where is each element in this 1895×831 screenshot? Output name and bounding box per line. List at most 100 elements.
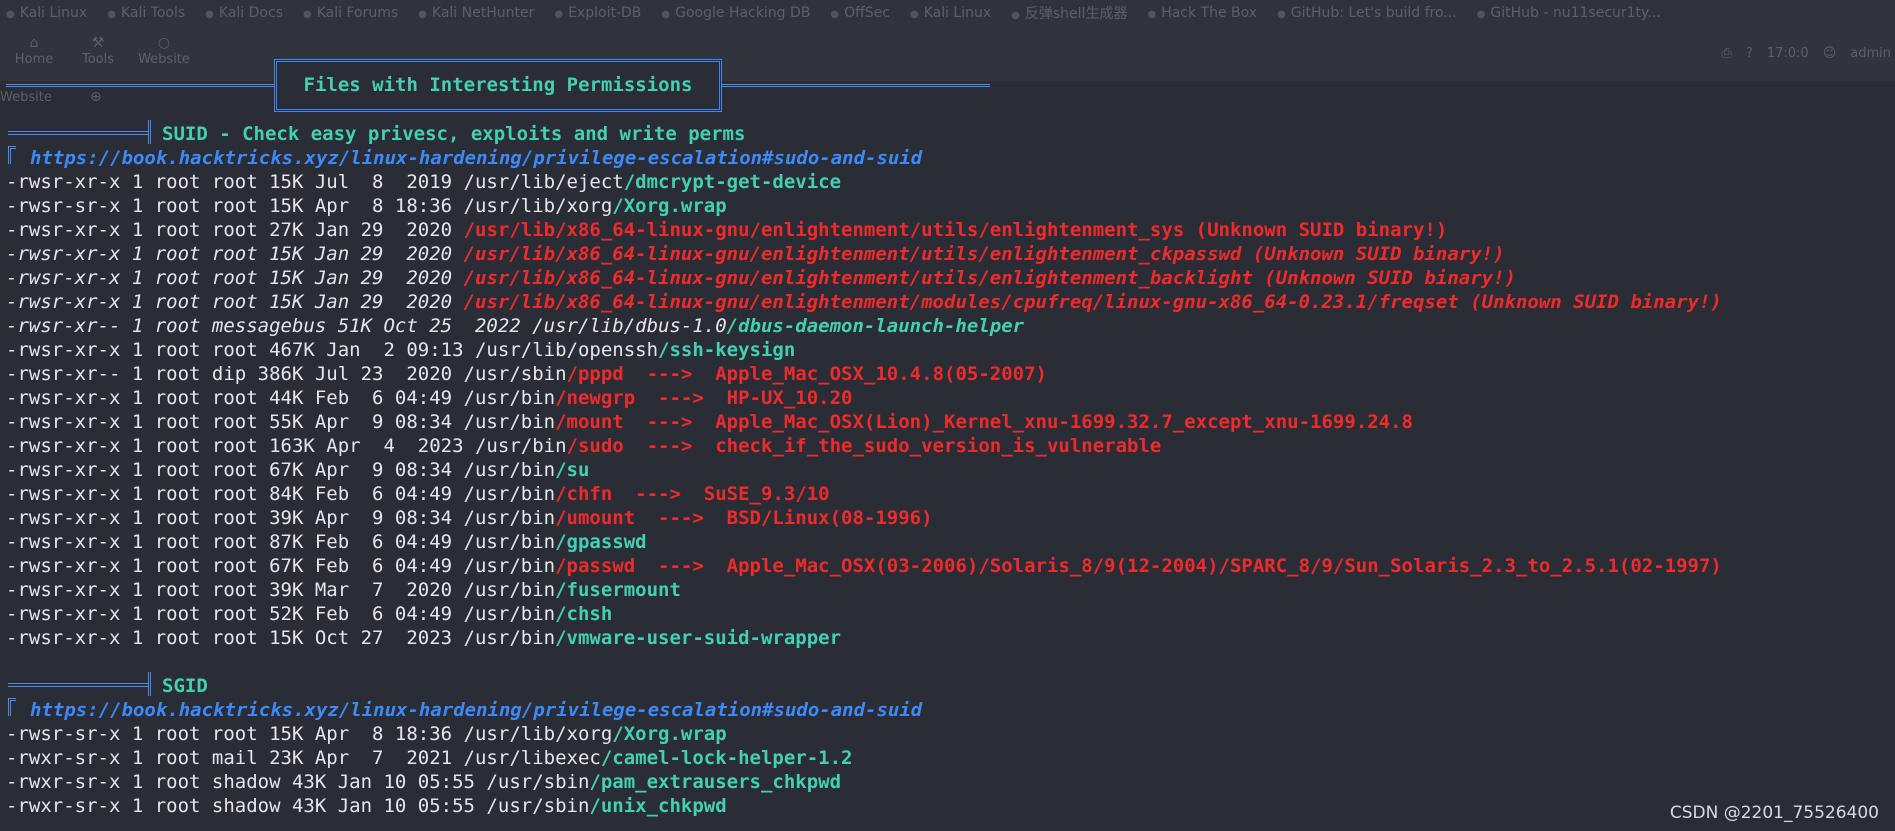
file-name: /fusermount — [555, 579, 681, 601]
file-meta: -rwsr-xr-x 1 root root 467K Jan 2 09:13 … — [6, 339, 659, 361]
file-meta: -rwsr-sr-x 1 root root 15K Apr 8 18:36 /… — [6, 723, 613, 745]
suid-link[interactable]: https://book.hacktricks.xyz/linux-harden… — [30, 146, 922, 170]
file-flagged: /usr/lib/x86_64-linux-gnu/enlightenment/… — [463, 291, 1722, 313]
file-flagged: /pppd ---> Apple_Mac_OSX_10.4.8(05-2007) — [566, 363, 1047, 385]
bookmark-item[interactable]: Kali Forums — [303, 5, 398, 21]
file-name: /ssh-keysign — [658, 339, 796, 361]
file-entry: -rwsr-xr-x 1 root root 84K Feb 6 04:49 /… — [6, 482, 1722, 506]
file-entry: -rwsr-xr-x 1 root root 15K Jul 8 2019 /u… — [6, 170, 1722, 194]
file-entry: -rwsr-xr-x 1 root root 39K Apr 9 08:34 /… — [6, 506, 1722, 530]
add-tab-icon[interactable]: ⊕ — [90, 89, 102, 105]
file-meta: -rwsr-xr-x 1 root root 15K Jan 29 2020 — [6, 267, 464, 289]
nav-tools[interactable]: ⚒ Tools — [68, 34, 128, 67]
file-meta: -rwsr-xr-x 1 root root 52K Feb 6 04:49 /… — [6, 603, 556, 625]
file-name: /unix_chkpwd — [589, 795, 727, 817]
suid-title: SUID - Check easy privesc, exploits and … — [162, 123, 746, 145]
suid-heading: SUID - Check easy privesc, exploits and … — [6, 120, 1722, 146]
nav-website[interactable]: ○ Website — [134, 34, 194, 67]
file-entry: -rwxr-sr-x 1 root mail 23K Apr 7 2021 /u… — [6, 746, 1722, 770]
printer-icon[interactable]: ⎙ — [1722, 46, 1732, 61]
section-header-title: Files with Interesting Permissions — [303, 74, 693, 96]
file-flagged: /usr/lib/x86_64-linux-gnu/enlightenment/… — [463, 219, 1448, 241]
file-flagged: /chfn ---> SuSE_9.3/10 — [555, 483, 830, 505]
bookmark-item[interactable]: GitHub: Let's build fro... — [1277, 5, 1457, 21]
file-entry: -rwsr-xr-x 1 root root 52K Feb 6 04:49 /… — [6, 602, 1722, 626]
file-meta: -rwsr-xr-x 1 root root 27K Jan 29 2020 — [6, 219, 464, 241]
file-meta: -rwsr-xr-x 1 root root 84K Feb 6 04:49 /… — [6, 483, 556, 505]
file-flagged: /mount ---> Apple_Mac_OSX(Lion)_Kernel_x… — [555, 411, 1414, 433]
file-name: /gpasswd — [555, 531, 647, 553]
watermark: CSDN @2201_75526400 — [1669, 803, 1879, 823]
bookmark-item[interactable]: Kali Tools — [107, 5, 185, 21]
bookmark-item[interactable]: Exploit-DB — [554, 5, 641, 21]
heading-tick — [148, 672, 151, 696]
file-entry: -rwsr-xr-x 1 root root 87K Feb 6 04:49 /… — [6, 530, 1722, 554]
file-flagged: /usr/lib/x86_64-linux-gnu/enlightenment/… — [463, 243, 1505, 265]
suid-url-line: https://book.hacktricks.xyz/linux-harden… — [6, 146, 1722, 170]
file-name: /camel-lock-helper-1.2 — [600, 747, 853, 769]
file-meta: -rwsr-xr-x 1 root root 55K Apr 9 08:34 /… — [6, 411, 556, 433]
file-meta: -rwsr-xr-x 1 root root 87K Feb 6 04:49 /… — [6, 531, 556, 553]
help-icon[interactable]: ? — [1746, 46, 1753, 61]
bookmark-item[interactable]: Hack The Box — [1147, 5, 1257, 21]
file-flagged: /newgrp ---> HP-UX_10.20 — [555, 387, 853, 409]
file-entry: -rwsr-xr-x 1 root root 67K Feb 6 04:49 /… — [6, 554, 1722, 578]
sgid-list: -rwsr-sr-x 1 root root 15K Apr 8 18:36 /… — [6, 722, 1722, 818]
file-entry: -rwxr-sr-x 1 root shadow 43K Jan 10 05:5… — [6, 794, 1722, 818]
file-entry: -rwxr-sr-x 1 root shadow 43K Jan 10 05:5… — [6, 770, 1722, 794]
bookmark-item[interactable]: Google Hacking DB — [661, 5, 810, 21]
sgid-title: SGID — [162, 675, 208, 697]
file-entry: -rwsr-xr-x 1 root root 15K Jan 29 2020 /… — [6, 266, 1722, 290]
bookmark-item[interactable]: Kali Linux — [910, 5, 991, 21]
file-meta: -rwsr-xr-x 1 root root 44K Feb 6 04:49 /… — [6, 387, 556, 409]
file-name: /Xorg.wrap — [612, 195, 727, 217]
url-corner — [8, 698, 16, 716]
file-name: /Xorg.wrap — [612, 723, 727, 745]
file-entry: -rwsr-sr-x 1 root root 15K Apr 8 18:36 /… — [6, 722, 1722, 746]
globe-icon: ○ — [157, 35, 171, 51]
sgid-url-line: https://book.hacktricks.xyz/linux-harden… — [6, 698, 1722, 722]
file-meta: -rwxr-sr-x 1 root mail 23K Apr 7 2021 /u… — [6, 747, 601, 769]
file-meta: -rwxr-sr-x 1 root shadow 43K Jan 10 05:5… — [6, 795, 590, 817]
bookmark-item[interactable]: Kali Linux — [6, 5, 87, 21]
user-icon[interactable]: ☺ — [1823, 46, 1837, 61]
file-entry: -rwsr-xr-x 1 root root 163K Apr 4 2023 /… — [6, 434, 1722, 458]
website-tab[interactable]: Website ⊕ — [0, 89, 102, 105]
file-flagged: /sudo ---> check_if_the_sudo_version_is_… — [566, 435, 1162, 457]
progress-text: 17:0:0 — [1766, 46, 1809, 61]
file-meta: -rwsr-xr-x 1 root root 39K Mar 7 2020 /u… — [6, 579, 556, 601]
bookmark-item[interactable]: Kali NetHunter — [418, 5, 534, 21]
file-entry: -rwsr-sr-x 1 root root 15K Apr 8 18:36 /… — [6, 194, 1722, 218]
file-meta: -rwsr-xr-- 1 root dip 386K Jul 23 2020 /… — [6, 363, 567, 385]
file-entry: -rwsr-xr-x 1 root root 39K Mar 7 2020 /u… — [6, 578, 1722, 602]
sgid-heading: SGID — [6, 672, 1722, 698]
file-entry: -rwsr-xr-x 1 root root 67K Apr 9 08:34 /… — [6, 458, 1722, 482]
heading-rule — [8, 683, 148, 687]
file-name: /vmware-user-suid-wrapper — [555, 627, 842, 649]
file-meta: -rwsr-xr-x 1 root root 67K Apr 9 08:34 /… — [6, 459, 556, 481]
terminal-output: SUID - Check easy privesc, exploits and … — [6, 120, 1722, 818]
file-flagged: /usr/lib/x86_64-linux-gnu/enlightenment/… — [463, 267, 1516, 289]
file-meta: -rwxr-sr-x 1 root shadow 43K Jan 10 05:5… — [6, 771, 590, 793]
bookmark-item[interactable]: Kali Docs — [205, 5, 283, 21]
section-header: Files with Interesting Permissions — [274, 59, 722, 112]
file-entry: -rwsr-xr-x 1 root root 467K Jan 2 09:13 … — [6, 338, 1722, 362]
url-corner — [8, 146, 16, 164]
file-name: /chsh — [555, 603, 613, 625]
sgid-link[interactable]: https://book.hacktricks.xyz/linux-harden… — [30, 698, 922, 722]
bookmark-item[interactable]: 反弹shell生成器 — [1011, 3, 1128, 23]
bookmark-item[interactable]: GitHub - nu11secur1ty... — [1477, 5, 1660, 21]
file-name: /dmcrypt-get-device — [623, 171, 842, 193]
nav-home[interactable]: ⌂ Home — [4, 34, 64, 67]
bookmark-item[interactable]: OffSec — [830, 5, 890, 21]
file-entry: -rwsr-xr-x 1 root root 15K Oct 27 2023 /… — [6, 626, 1722, 650]
file-entry: -rwsr-xr-x 1 root root 27K Jan 29 2020 /… — [6, 218, 1722, 242]
file-entry: -rwsr-xr-x 1 root root 55K Apr 9 08:34 /… — [6, 410, 1722, 434]
heading-tick — [148, 120, 151, 144]
file-name: /dbus-daemon-launch-helper — [726, 315, 1025, 337]
bookmarks-bar: Kali Linux Kali Tools Kali Docs Kali Forums… — [0, 0, 1895, 26]
file-meta: -rwsr-xr-x 1 root root 15K Jan 29 2020 — [6, 291, 464, 313]
user-name[interactable]: admin — [1850, 46, 1891, 61]
file-meta: -rwsr-xr-x 1 root root 39K Apr 9 08:34 /… — [6, 507, 556, 529]
file-flagged: /passwd ---> Apple_Mac_OSX(03-2006)/Sola… — [555, 555, 1722, 577]
